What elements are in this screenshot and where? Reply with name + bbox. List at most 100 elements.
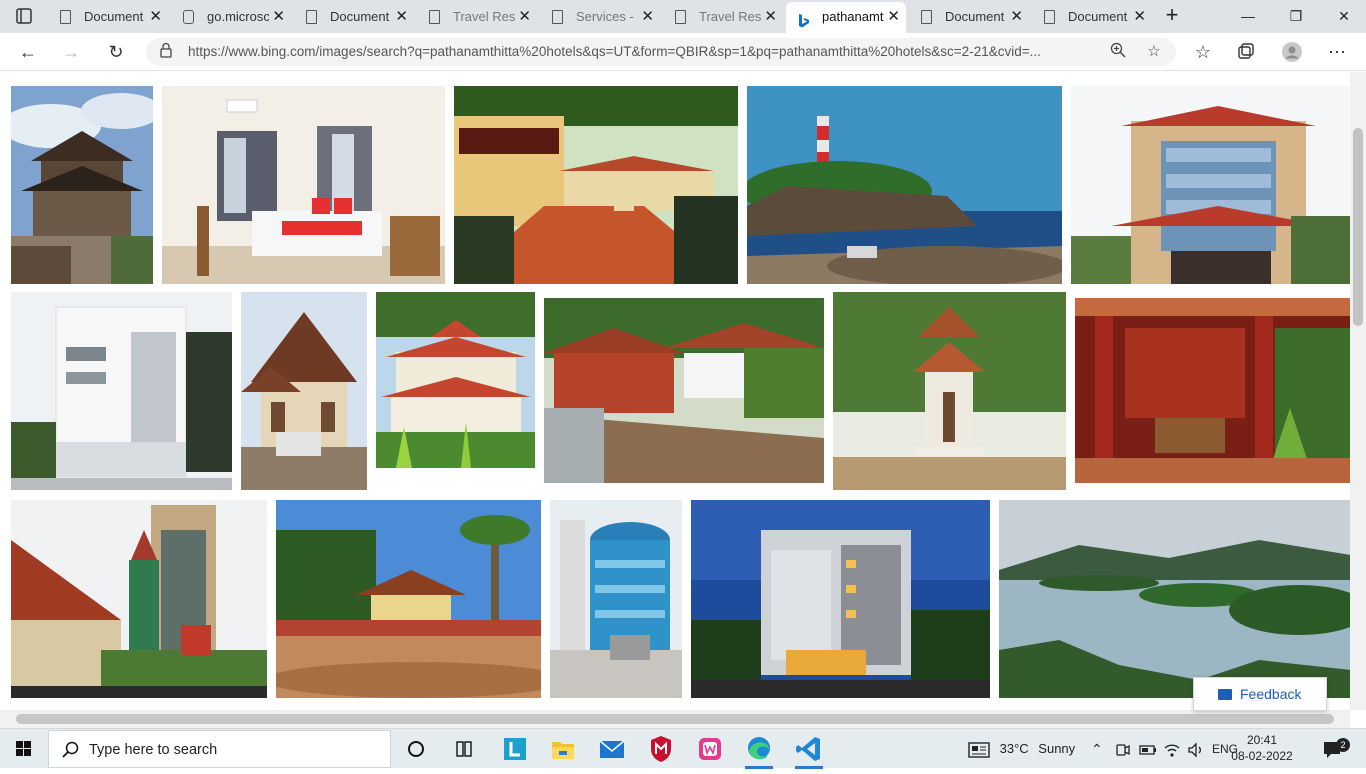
- image-result-resort-cottages[interactable]: [544, 298, 824, 483]
- document-icon: [60, 10, 71, 24]
- volume-icon[interactable]: [1187, 729, 1205, 769]
- windows-taskbar: Type here to search 33°C Sunny ⌃ ENG 20:…: [0, 728, 1366, 769]
- tab-label: Document: [1068, 9, 1128, 24]
- close-window-button[interactable]: ✕: [1329, 4, 1359, 28]
- forward-button[interactable]: →: [58, 39, 84, 65]
- lock-icon[interactable]: [156, 42, 176, 62]
- browser-tab-active[interactable]: pathanamt ✕: [786, 2, 906, 33]
- image-result-kerala-house[interactable]: [376, 292, 535, 468]
- tab-close-icon[interactable]: ✕: [518, 2, 531, 31]
- tab-label: Document: [84, 9, 144, 24]
- image-result-traditional-tower[interactable]: [833, 292, 1066, 490]
- feedback-label: Feedback: [1240, 686, 1302, 702]
- tab-close-icon[interactable]: ✕: [272, 2, 285, 31]
- horizontal-scroll-thumb[interactable]: [16, 714, 1334, 724]
- image-results-grid: [0, 72, 1350, 710]
- show-hidden-icons-chevron[interactable]: ⌃: [1091, 729, 1103, 769]
- back-button[interactable]: ←: [15, 39, 41, 65]
- image-result-church[interactable]: [241, 292, 367, 490]
- document-icon: [552, 10, 563, 24]
- tab-close-icon[interactable]: ✕: [1133, 2, 1146, 31]
- edge-browser-icon[interactable]: [735, 729, 783, 769]
- image-result-glass-building[interactable]: [550, 500, 682, 698]
- image-result-vanamali-residency[interactable]: [454, 86, 738, 284]
- tab-label: pathanamt: [822, 9, 884, 24]
- document-icon: [675, 10, 686, 24]
- browser-tab[interactable]: Document ✕: [1032, 2, 1152, 33]
- restore-button[interactable]: ❐: [1281, 4, 1311, 28]
- tab-close-icon[interactable]: ✕: [149, 2, 162, 31]
- browser-tab[interactable]: Travel Resp ✕: [663, 2, 783, 33]
- wifi-icon[interactable]: [1163, 729, 1181, 769]
- image-result-hotel-room[interactable]: [162, 86, 445, 284]
- browser-tab[interactable]: go.microsc ✕: [171, 2, 291, 33]
- profile-avatar[interactable]: [1279, 39, 1305, 65]
- image-result-multistory-hotel[interactable]: [1071, 86, 1350, 284]
- collections-icon[interactable]: [1233, 39, 1259, 65]
- favorites-icon[interactable]: ☆: [1190, 39, 1216, 65]
- image-result-tall-tower[interactable]: [11, 500, 267, 698]
- browser-tab[interactable]: Document ✕: [294, 2, 414, 33]
- tab-close-icon[interactable]: ✕: [887, 2, 900, 31]
- weather-widget[interactable]: 33°C Sunny: [968, 729, 1075, 769]
- vertical-scroll-thumb[interactable]: [1353, 128, 1363, 326]
- url-text[interactable]: https://www.bing.com/images/search?q=pat…: [188, 38, 1088, 66]
- tab-actions-icon[interactable]: [12, 4, 36, 28]
- taskbar-search-box[interactable]: Type here to search: [48, 730, 391, 768]
- browser-tab[interactable]: Document ✕: [48, 2, 168, 33]
- battery-icon[interactable]: [1139, 729, 1157, 769]
- image-result-temple-entrance[interactable]: [276, 500, 541, 698]
- tab-label: Travel Resp: [699, 9, 761, 24]
- meet-now-icon[interactable]: [1114, 729, 1130, 769]
- cortana-icon[interactable]: [392, 729, 440, 769]
- clock-time: 20:41: [1246, 733, 1278, 747]
- image-result-red-verandah[interactable]: [1075, 298, 1350, 483]
- new-tab-button[interactable]: +: [1160, 4, 1184, 28]
- browser-toolbar: ← → ↻ https://www.bing.com/images/search…: [0, 33, 1366, 71]
- browser-tab[interactable]: Travel Resp ✕: [417, 2, 537, 33]
- add-favorite-icon[interactable]: ☆: [1144, 42, 1164, 62]
- mcafee-icon[interactable]: [637, 729, 685, 769]
- image-result-temple[interactable]: [11, 86, 153, 284]
- refresh-button[interactable]: ↻: [103, 39, 129, 65]
- tab-close-icon[interactable]: ✕: [1010, 2, 1023, 31]
- minimize-button[interactable]: —: [1233, 4, 1263, 28]
- image-result-lake-hills[interactable]: [999, 500, 1350, 698]
- image-result-lighthouse-coast[interactable]: [747, 86, 1062, 284]
- tab-close-icon[interactable]: ✕: [764, 2, 777, 31]
- more-menu-icon[interactable]: ⋯: [1324, 39, 1350, 65]
- browser-tab[interactable]: Services - ✕: [540, 2, 660, 33]
- tab-close-icon[interactable]: ✕: [641, 2, 654, 31]
- clock-date: 08-02-2022: [1231, 749, 1293, 763]
- task-view-icon[interactable]: [440, 729, 488, 769]
- mail-icon[interactable]: [588, 729, 636, 769]
- document-icon: [1044, 10, 1055, 24]
- tab-label: Document: [945, 9, 1005, 24]
- link-icon: [183, 10, 194, 24]
- horizontal-scrollbar[interactable]: [0, 710, 1350, 728]
- search-icon: [62, 741, 79, 758]
- file-explorer-icon[interactable]: [539, 729, 587, 769]
- launcher-app-icon[interactable]: [491, 729, 539, 769]
- feedback-icon: [1218, 689, 1232, 700]
- system-clock[interactable]: 20:41 08-02-2022: [1230, 732, 1294, 764]
- start-button[interactable]: [0, 729, 48, 769]
- address-bar[interactable]: https://www.bing.com/images/search?q=pat…: [146, 38, 1176, 66]
- feedback-button[interactable]: Feedback: [1193, 677, 1327, 711]
- weather-text: Sunny: [1038, 741, 1076, 756]
- image-result-white-building[interactable]: [11, 292, 232, 490]
- tab-label: Travel Resp: [453, 9, 515, 24]
- vertical-scrollbar[interactable]: [1350, 72, 1366, 710]
- document-icon: [429, 10, 440, 24]
- document-icon: [921, 10, 932, 24]
- tab-close-icon[interactable]: ✕: [395, 2, 408, 31]
- notifications-icon[interactable]: 2: [1322, 729, 1350, 769]
- notification-badge: 2: [1336, 738, 1350, 752]
- tab-label: Document: [330, 9, 390, 24]
- office-app-icon[interactable]: [686, 729, 734, 769]
- bing-icon: [798, 10, 809, 28]
- vscode-icon[interactable]: [785, 729, 833, 769]
- browser-tab[interactable]: Document ✕: [909, 2, 1029, 33]
- image-result-hotel-night[interactable]: [691, 500, 990, 698]
- zoom-icon[interactable]: [1108, 42, 1128, 62]
